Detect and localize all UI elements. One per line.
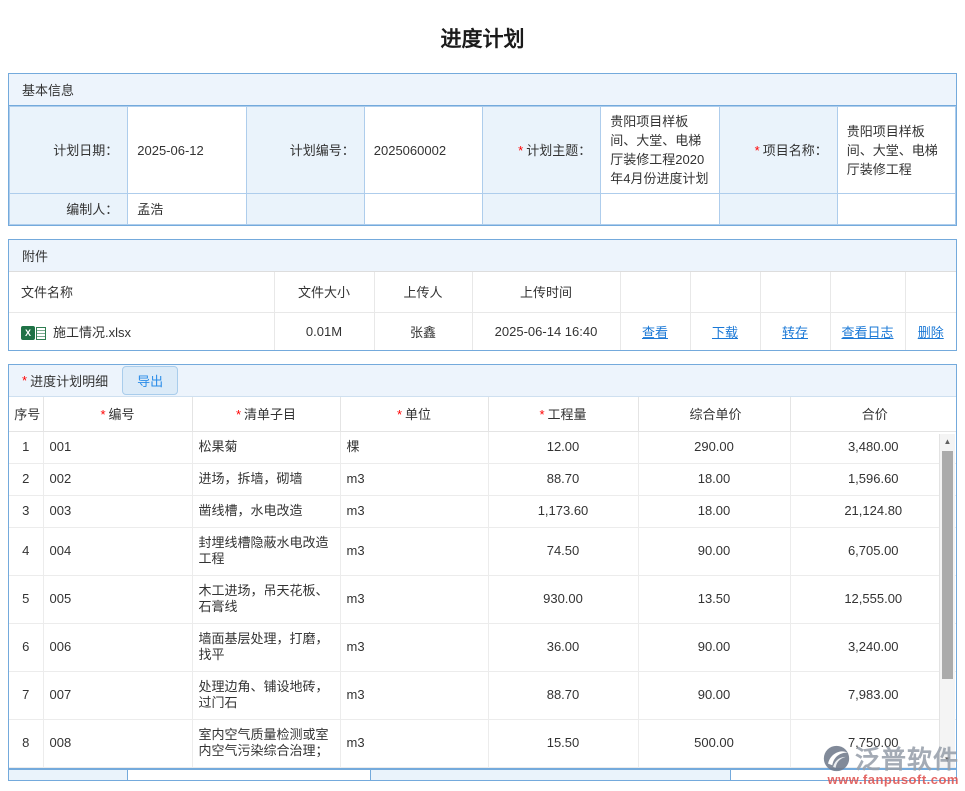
column-code: *编号 [43,397,192,431]
cutoff-next-section [8,769,957,781]
transfer-save-link[interactable]: 转存 [782,325,808,340]
upload-time-cell: 2025-06-14 16:40 [472,312,620,350]
project-name-value: 贵阳项目样板间、大堂、电梯厅装修工程 [837,107,955,194]
column-action [830,272,905,312]
view-log-link[interactable]: 查看日志 [841,325,893,340]
plan-number-label: 计划编号： [246,107,364,194]
column-unit-price: 综合单价 [638,397,790,431]
empty-label-cell [483,194,601,225]
detail-row: 5005 木工进场，吊天花板、石膏线m3 930.0013.50 12,555.… [9,575,956,623]
column-file-name: 文件名称 [9,272,274,312]
scrollbar-thumb[interactable] [942,451,953,679]
uploader-cell: 张鑫 [374,312,472,350]
column-unit: *单位 [340,397,488,431]
attachment-row: X施工情况.xlsx 0.01M 张鑫 2025-06-14 16:40 查看 … [9,312,956,350]
detail-row: 2002 进场，拆墙，砌墙m3 88.7018.00 1,596.60 [9,463,956,495]
empty-value-cell [837,194,955,225]
column-seq: 序号 [9,397,43,431]
detail-row: 3003 凿线槽，水电改造m3 1,173.6018.00 21,124.80 [9,495,956,527]
attachments-table: 文件名称 文件大小 上传人 上传时间 X施工情况.xlsx 0.01M 张鑫 2… [9,272,956,350]
column-action [760,272,830,312]
detail-panel: * 进度计划明细 导出 序号 *编号 *清单子目 *单位 *工程量 综合单价 合… [8,364,957,769]
required-star: * [22,373,27,388]
empty-label-cell [246,194,364,225]
plan-subject-value: 贵阳项目样板间、大堂、电梯厅装修工程2020年4月份进度计划 [601,107,719,194]
column-file-size: 文件大小 [274,272,374,312]
attachments-panel: 附件 文件名称 文件大小 上传人 上传时间 X施工情况.xlsx 0.01M 张… [8,239,957,351]
plan-number-value: 2025060002 [364,107,482,194]
basic-info-section-header: 基本信息 [9,74,956,106]
required-star: * [755,143,760,158]
download-link[interactable]: 下载 [712,325,738,340]
detail-row: 4004 封埋线槽隐蔽水电改造工程m3 74.5090.00 6,705.00 [9,527,956,575]
detail-table: 序号 *编号 *清单子目 *单位 *工程量 综合单价 合价 1001 松果菊棵 … [9,397,956,768]
detail-row: 1001 松果菊棵 12.00290.00 3,480.00 [9,431,956,463]
plan-date-label: 计划日期： [10,107,128,194]
column-upload-time: 上传时间 [472,272,620,312]
delete-link[interactable]: 删除 [918,325,944,340]
view-link[interactable]: 查看 [642,325,668,340]
column-quantity: *工程量 [488,397,638,431]
detail-section-header: * 进度计划明细 导出 [9,365,956,397]
empty-label-cell [719,194,837,225]
column-total-price: 合价 [790,397,956,431]
page-title: 进度计划 [0,0,965,73]
scroll-down-icon[interactable]: ▼ [940,752,955,767]
file-size-cell: 0.01M [274,312,374,350]
excel-file-icon: X [21,326,46,340]
empty-value-cell [364,194,482,225]
detail-row: 7007 处理边角、铺设地砖，过门石m3 88.7090.00 7,983.00 [9,671,956,719]
plan-subject-label: *计划主题： [483,107,601,194]
scroll-up-icon[interactable]: ▲ [940,434,955,449]
column-uploader: 上传人 [374,272,472,312]
attachments-section-header: 附件 [9,240,956,272]
column-action [620,272,690,312]
export-button[interactable]: 导出 [122,366,178,395]
basic-info-table: 计划日期： 2025-06-12 计划编号： 2025060002 *计划主题：… [9,106,956,225]
column-action [905,272,956,312]
file-name-cell: X施工情况.xlsx [9,312,274,350]
plan-date-value: 2025-06-12 [128,107,246,194]
column-action [690,272,760,312]
detail-row: 6006 墙面基层处理，打磨，找平m3 36.0090.00 3,240.00 [9,623,956,671]
vertical-scrollbar[interactable]: ▲ ▼ [939,434,955,767]
compiler-value: 孟浩 [128,194,246,225]
detail-row: 8008 室内空气质量检测或室内空气污染综合治理；m3 15.50500.00 … [9,719,956,767]
empty-value-cell [601,194,719,225]
column-list-item: *清单子目 [192,397,340,431]
basic-info-panel: 基本信息 计划日期： 2025-06-12 计划编号： 2025060002 *… [8,73,957,226]
required-star: * [518,143,523,158]
project-name-label: *项目名称： [719,107,837,194]
detail-section-title: 进度计划明细 [30,371,108,390]
compiler-label: 编制人： [10,194,128,225]
